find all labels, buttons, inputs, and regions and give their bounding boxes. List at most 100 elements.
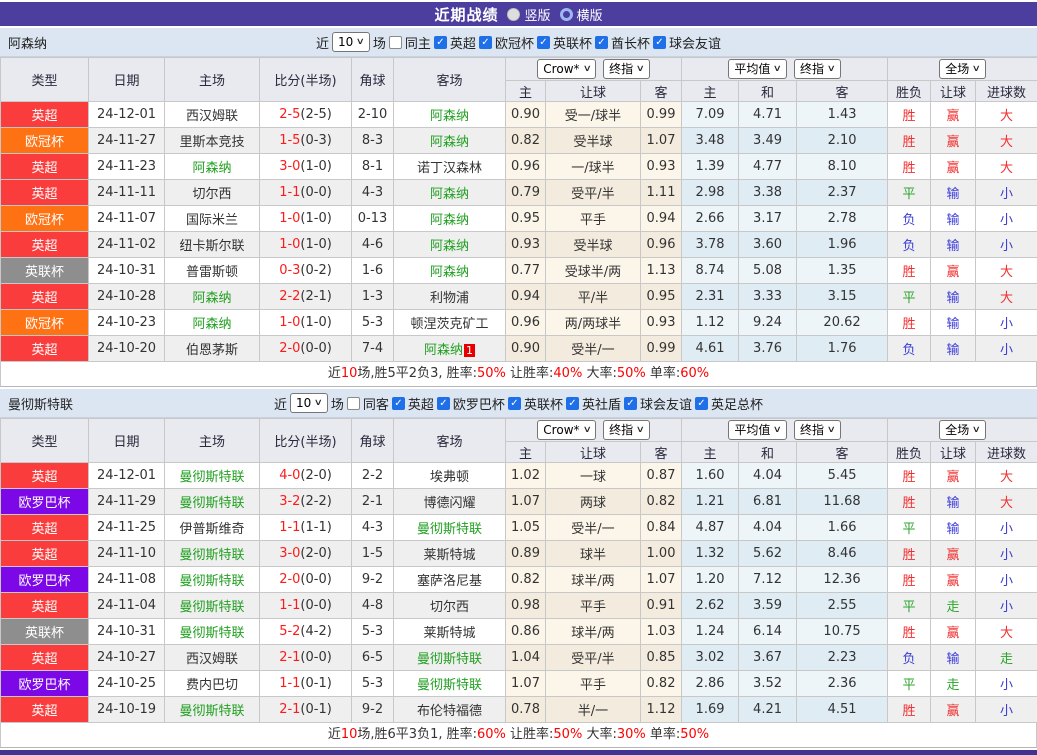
league-filter-checkbox-4[interactable]: ✓: [653, 36, 666, 49]
fulltime-score: 3-0: [279, 159, 300, 174]
score-cell: 1-1(0-1): [260, 671, 352, 697]
results-table: 类型日期主场比分(半场)角球客场Crow*∨终指∨平均值∨终指∨全场∨主让球客主…: [0, 418, 1037, 723]
col-away: 客场: [394, 58, 506, 102]
corner-cell: 1-6: [352, 258, 394, 284]
handicap-home-odds: 1.05: [506, 515, 546, 541]
match-date: 24-12-01: [89, 463, 165, 489]
col-type: 类型: [1, 419, 89, 463]
halftime-score: (0-0): [300, 572, 331, 587]
cover-cell: 走: [931, 593, 976, 619]
handicap-line: 球半/两: [546, 619, 641, 645]
home-team-cell: 曼彻斯特联: [165, 619, 260, 645]
handicap-away-odds: 1.11: [641, 180, 682, 206]
league-filter-checkbox-0[interactable]: ✓: [434, 36, 447, 49]
result-dropdown-group: 全场∨: [888, 59, 1037, 79]
away-team-cell: 曼彻斯特联: [394, 645, 506, 671]
league-filter-checkbox-2[interactable]: ✓: [508, 397, 521, 410]
summary-text-run: 60%: [680, 366, 709, 381]
result-scope-select-0[interactable]: 全场∨: [939, 59, 986, 79]
match-date: 24-12-01: [89, 102, 165, 128]
avg-away-odds: 1.96: [797, 232, 888, 258]
away-team-cell: 阿森纳1: [394, 336, 506, 362]
average-source-select-1[interactable]: 终指∨: [794, 59, 841, 79]
col-handicap-line: 让球: [546, 442, 641, 463]
league-badge: 英联杯: [1, 258, 89, 284]
fulltime-score: 0-3: [279, 263, 300, 278]
handicap-home-odds: 1.02: [506, 463, 546, 489]
avg-draw-odds: 3.33: [739, 284, 797, 310]
score-cell: 1-1(0-0): [260, 180, 352, 206]
league-filter-checkbox-3[interactable]: ✓: [595, 36, 608, 49]
league-filter-checkbox-0[interactable]: ✓: [392, 397, 405, 410]
score-cell: 1-5(0-3): [260, 128, 352, 154]
match-date: 24-11-25: [89, 515, 165, 541]
handicap-home-odds: 0.96: [506, 310, 546, 336]
avg-home-odds: 1.21: [682, 489, 739, 515]
radio-selected-icon: [560, 8, 573, 21]
col-handicap-home: 主: [506, 442, 546, 463]
col-home: 主场: [165, 58, 260, 102]
handicap-away-odds: 1.13: [641, 258, 682, 284]
fulltime-score: 1-0: [279, 211, 300, 226]
matches-count-select[interactable]: 10∨: [290, 393, 328, 413]
radio-vertical-layout[interactable]: 竖版: [507, 5, 550, 24]
chevron-down-icon: ∨: [582, 422, 591, 438]
average-source-select-1[interactable]: 终指∨: [794, 420, 841, 440]
halftime-score: (0-0): [300, 598, 331, 613]
handicap-source-select-1[interactable]: 终指∨: [603, 420, 650, 440]
outcome-cell: 负: [888, 206, 931, 232]
handicap-source-select-1[interactable]: 终指∨: [603, 59, 650, 79]
col-avg-home: 主: [682, 81, 739, 102]
same-venue-checkbox[interactable]: [347, 397, 360, 410]
handicap-source-select-0[interactable]: Crow*∨: [537, 420, 596, 440]
handicap-source-select-0[interactable]: Crow*∨: [537, 59, 596, 79]
chevron-down-icon: ∨: [773, 61, 782, 77]
match-date: 24-10-23: [89, 310, 165, 336]
outcome-cell: 胜: [888, 102, 931, 128]
handicap-away-odds: 0.87: [641, 463, 682, 489]
handicap-line: 一球: [546, 463, 641, 489]
avg-away-odds: 1.66: [797, 515, 888, 541]
same-venue-checkbox[interactable]: [389, 36, 402, 49]
away-team-cell: 曼彻斯特联: [394, 671, 506, 697]
handicap-away-odds: 1.07: [641, 128, 682, 154]
average-source-select-0[interactable]: 平均值∨: [728, 59, 787, 79]
average-source-select-0[interactable]: 平均值∨: [728, 420, 787, 440]
handicap-away-odds: 0.99: [641, 336, 682, 362]
avg-draw-odds: 3.59: [739, 593, 797, 619]
league-filter-checkbox-3[interactable]: ✓: [566, 397, 579, 410]
league-filter-checkbox-2[interactable]: ✓: [537, 36, 550, 49]
avg-home-odds: 2.31: [682, 284, 739, 310]
avg-draw-odds: 4.21: [739, 697, 797, 723]
match-date: 24-11-08: [89, 567, 165, 593]
league-filter-checkbox-4[interactable]: ✓: [624, 397, 637, 410]
handicap-away-odds: 0.84: [641, 515, 682, 541]
match-date: 24-11-11: [89, 180, 165, 206]
league-filter-label: 球会友谊: [640, 394, 692, 413]
col-handicap-away: 客: [641, 442, 682, 463]
avg-home-odds: 8.74: [682, 258, 739, 284]
avg-away-odds: 1.76: [797, 336, 888, 362]
league-filter-label: 英联杯: [524, 394, 563, 413]
handicap-away-odds: 0.93: [641, 310, 682, 336]
matches-count-select[interactable]: 10∨: [332, 32, 370, 52]
summary-text-run: 单率:: [646, 366, 681, 381]
league-badge: 英超: [1, 645, 89, 671]
goals-cell: 小: [976, 593, 1037, 619]
halftime-score: (4-2): [300, 624, 331, 639]
avg-draw-odds: 3.76: [739, 336, 797, 362]
result-scope-select-0[interactable]: 全场∨: [939, 420, 986, 440]
handicap-away-odds: 0.99: [641, 102, 682, 128]
corner-cell: 4-3: [352, 515, 394, 541]
average-dropdowns: 平均值∨ 终指∨: [682, 419, 888, 442]
radio-horizontal-layout[interactable]: 横版: [560, 5, 603, 24]
league-filter-checkbox-1[interactable]: ✓: [479, 36, 492, 49]
col-away: 客场: [394, 419, 506, 463]
avg-away-odds: 20.62: [797, 310, 888, 336]
header-group-row: 类型日期主场比分(半场)角球客场Crow*∨终指∨平均值∨终指∨全场∨: [1, 419, 1037, 442]
league-filter-checkbox-5[interactable]: ✓: [695, 397, 708, 410]
score-cell: 2-5(2-5): [260, 102, 352, 128]
dropdown-label: 平均值: [734, 422, 770, 438]
chevron-down-icon: ∨: [827, 61, 836, 77]
league-filter-checkbox-1[interactable]: ✓: [437, 397, 450, 410]
